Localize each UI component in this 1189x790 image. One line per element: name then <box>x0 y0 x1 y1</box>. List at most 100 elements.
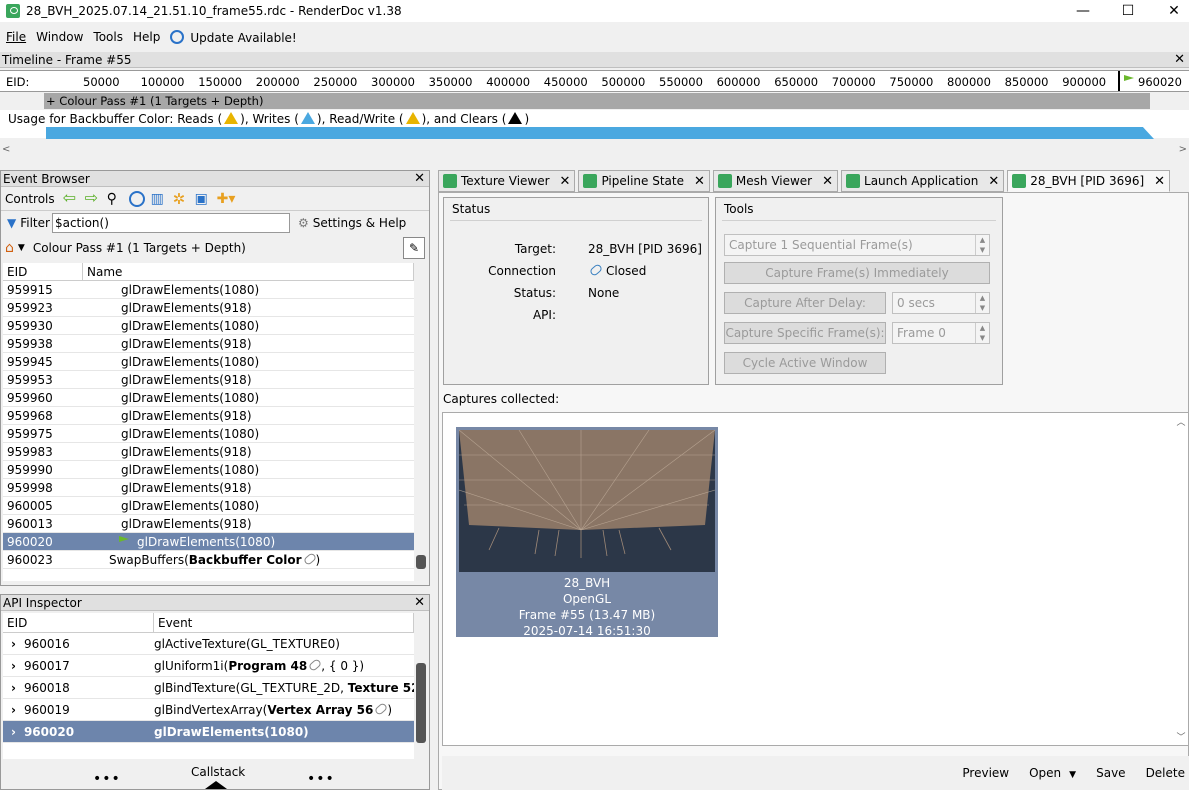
table-row[interactable]: 960013 glDrawElements(918) <box>3 515 414 533</box>
menu-tools[interactable]: Tools <box>93 30 123 44</box>
api-row[interactable]: › 960020 glDrawElements(1080) <box>3 721 414 743</box>
find-icon[interactable]: ⚲ <box>107 191 123 207</box>
menu-help[interactable]: Help <box>133 30 160 44</box>
capture-immediately-button[interactable]: Capture Frame(s) Immediately <box>724 262 990 284</box>
edit-notes-icon[interactable]: ✎ <box>403 237 425 259</box>
delete-button[interactable]: Delete <box>1146 766 1185 780</box>
settings-cog-icon[interactable]: ✲ <box>173 191 189 207</box>
frame-spinbox[interactable]: Frame 0 ▲ ▼ <box>892 322 990 344</box>
table-row[interactable]: 959983 glDrawElements(918) <box>3 443 414 461</box>
time-icon[interactable] <box>128 190 145 207</box>
more-dots-right[interactable]: ••• <box>307 771 335 787</box>
api-row[interactable]: › 960018 glBindTexture(GL_TEXTURE_2D, Text… <box>3 677 414 699</box>
timeline-tick: 400000 <box>486 75 531 89</box>
table-row[interactable]: 960005 glDrawElements(1080) <box>3 497 414 515</box>
timeline-tick: 600000 <box>716 75 761 89</box>
close-icon[interactable]: ✕ <box>414 595 425 610</box>
menu-window[interactable]: Window <box>36 30 83 44</box>
delay-spinbox[interactable]: 0 secs ▲ ▼ <box>892 292 990 314</box>
table-row[interactable]: 959960 glDrawElements(1080) <box>3 389 414 407</box>
forward-arrow-icon[interactable]: ⇨ <box>85 189 101 207</box>
callstack-arrow-icon[interactable] <box>205 781 227 789</box>
open-button[interactable]: Open ▼ <box>1029 766 1076 780</box>
api-value: None <box>588 286 620 300</box>
back-arrow-icon[interactable]: ⇦ <box>63 189 79 207</box>
table-row[interactable]: 959930 glDrawElements(1080) <box>3 317 414 335</box>
cycle-active-window-button[interactable]: Cycle Active Window <box>724 352 886 374</box>
close-icon[interactable]: ✕ <box>1174 52 1185 67</box>
callstack-toggle[interactable]: Callstack <box>191 765 245 779</box>
api-scrollbar[interactable] <box>414 613 428 759</box>
sequential-frames-spinbox[interactable]: Capture 1 Sequential Frame(s) ▲ ▼ <box>724 234 990 256</box>
close-button[interactable]: ✕ <box>1151 0 1189 22</box>
minimize-button[interactable]: — <box>1060 0 1106 22</box>
timeline-tick: 300000 <box>371 75 415 89</box>
capture-thumbnail[interactable]: 28_BVH OpenGL Frame #55 (13.47 MB) 2025-… <box>456 427 718 638</box>
timeline-scrollbar[interactable]: < > <box>0 144 1189 156</box>
timeline-tick: 750000 <box>889 75 934 89</box>
table-row[interactable]: 960020 glDrawElements(1080) <box>3 533 414 551</box>
tab-texture-viewer[interactable]: Texture Viewer ✕ <box>438 170 576 192</box>
save-icon[interactable]: ▣ <box>195 191 211 207</box>
timeline-panel: Timeline - Frame #55 ✕ EID: 50000 100000 15… <box>0 50 1189 155</box>
api-row[interactable]: › 960016 glActiveTexture(GL_TEXTURE0) <box>3 633 414 655</box>
maximize-button[interactable]: ☐ <box>1105 0 1151 22</box>
table-row[interactable]: 959923 glDrawElements(918) <box>3 299 414 317</box>
chevron-right-icon[interactable]: › <box>11 725 16 739</box>
timeline-tick: 900000 <box>1062 75 1107 89</box>
col-eid[interactable]: EID <box>3 263 83 280</box>
table-row[interactable]: 959953 glDrawElements(918) <box>3 371 414 389</box>
table-row[interactable]: 960023 SwapBuffers(Backbuffer Color) <box>3 551 414 569</box>
close-icon[interactable]: ✕ <box>414 171 425 186</box>
more-dots-left[interactable]: ••• <box>93 771 121 787</box>
tab-icon <box>1012 174 1027 188</box>
bars-icon[interactable]: ▥ <box>151 191 167 207</box>
table-row[interactable]: 959968 glDrawElements(918) <box>3 407 414 425</box>
table-row[interactable]: 959945 glDrawElements(1080) <box>3 353 414 371</box>
update-available-link[interactable]: Update Available! <box>170 29 297 45</box>
timeline-ruler[interactable]: EID: 50000 100000 150000 200000 250000 300000… <box>0 70 1189 92</box>
close-icon[interactable]: ✕ <box>988 174 999 189</box>
table-row[interactable]: 959990 glDrawElements(1080) <box>3 461 414 479</box>
capture-after-delay-button[interactable]: Capture After Delay: <box>724 292 886 314</box>
close-icon[interactable]: ✕ <box>560 174 571 189</box>
tab-28-bvh-pid-3696[interactable]: 28_BVH [PID 3696] ✕ <box>1007 170 1171 192</box>
chevron-right-icon[interactable]: › <box>11 659 16 673</box>
timeline-tick: 350000 <box>428 75 473 89</box>
table-row[interactable]: 959938 glDrawElements(918) <box>3 335 414 353</box>
timeline-pass-bar[interactable]: + Colour Pass #1 (1 Targets + Depth) <box>44 93 1150 109</box>
chevron-right-icon[interactable]: › <box>11 703 16 717</box>
menu-file[interactable]: File <box>6 30 26 44</box>
usage-bar <box>46 127 1154 139</box>
usage-row: Usage for Backbuffer Color: Reads (), Wr… <box>0 110 1189 139</box>
settings-help-button[interactable]: Settings & Help <box>313 216 407 230</box>
capture-specific-button[interactable]: Capture Specific Frame(s): <box>724 322 886 344</box>
table-row[interactable]: 959915 glDrawElements(1080) <box>3 281 414 299</box>
timeline-tick: 150000 <box>198 75 243 89</box>
timeline-tick: 800000 <box>947 75 991 89</box>
event-scrollbar[interactable] <box>414 263 428 581</box>
tab-mesh-viewer[interactable]: Mesh Viewer ✕ <box>712 170 839 192</box>
home-icon[interactable]: ⌂ <box>5 240 14 256</box>
api-inspector-panel: API Inspector ✕ EID Event › 960016 glActive… <box>0 594 430 790</box>
tab-pipeline-state[interactable]: Pipeline State ✕ <box>578 170 710 192</box>
close-icon[interactable]: ✕ <box>694 174 705 189</box>
close-icon[interactable]: ✕ <box>822 174 833 189</box>
close-icon[interactable]: ✕ <box>1154 174 1165 189</box>
captures-scrollbar[interactable]: ︿ ﹀ <box>1174 413 1188 745</box>
bookmark-dropdown-icon[interactable]: ✚▾ <box>217 191 241 207</box>
preview-button[interactable]: Preview <box>962 766 1009 780</box>
chevron-right-icon[interactable]: › <box>11 681 16 695</box>
breadcrumb-pass[interactable]: Colour Pass #1 (1 Targets + Depth) <box>33 241 246 255</box>
table-row[interactable]: 959998 glDrawElements(918) <box>3 479 414 497</box>
api-row[interactable]: › 960017 glUniform1i(Program 48, { 0 }) <box>3 655 414 677</box>
chevron-down-icon[interactable]: ▼ <box>18 243 25 253</box>
col-name[interactable]: Name <box>83 263 414 280</box>
tab-launch-application[interactable]: Launch Application ✕ <box>841 170 1005 192</box>
save-button[interactable]: Save <box>1096 766 1125 780</box>
chevron-right-icon[interactable]: › <box>11 637 16 651</box>
table-row[interactable]: 959975 glDrawElements(1080) <box>3 425 414 443</box>
timeline-tick: 200000 <box>255 75 300 89</box>
filter-input[interactable] <box>51 213 290 233</box>
api-row[interactable]: › 960019 glBindVertexArray(Vertex Array 56… <box>3 699 414 721</box>
